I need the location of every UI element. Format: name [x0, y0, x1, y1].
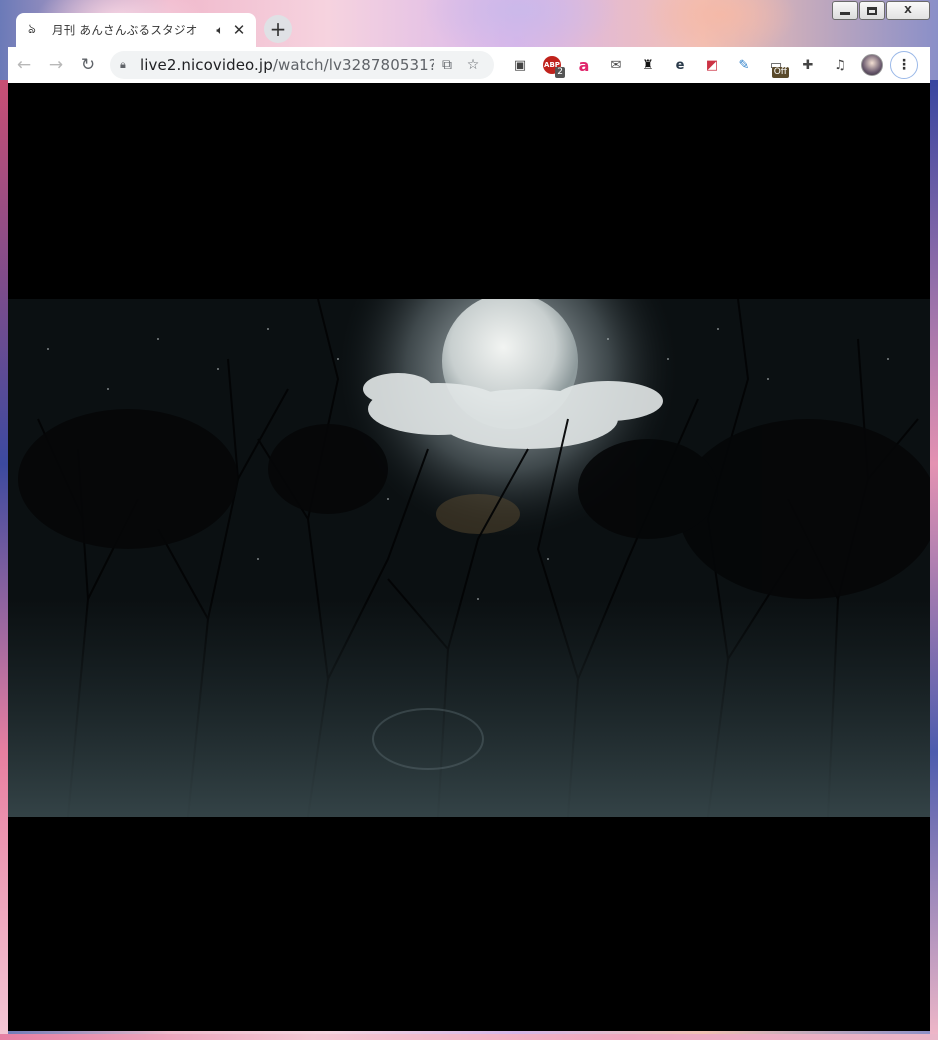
browser-window: X ঌ 月刊 あんさんぶるスタジオ 🔈︎ ✕ + ← → ↻ 🔒︎ live2.… — [6, 0, 932, 1034]
reload-icon: ↻ — [80, 55, 96, 75]
video-scene — [8, 299, 930, 817]
browser-toolbar: ← → ↻ 🔒︎ live2.nicovideo.jp/watch/lv3287… — [8, 47, 930, 83]
ansbl-icon[interactable]: a — [568, 49, 600, 81]
arrow-left-icon: ← — [16, 55, 32, 75]
more-vert-icon: ⋮ — [890, 51, 918, 79]
tab-title: 月刊 あんさんぶるスタジオ — [52, 23, 198, 37]
lock-icon[interactable]: 🔒︎ — [120, 58, 140, 72]
arrow-right-icon: → — [48, 55, 64, 75]
ticket-icon[interactable]: ✉ — [600, 49, 632, 81]
url-text[interactable]: live2.nicovideo.jp/watch/lv328780531?re.… — [140, 56, 434, 74]
toggle-extension-badge: Off — [771, 67, 789, 78]
maximize-icon — [867, 6, 877, 15]
media-queue-icon[interactable]: ♫ — [824, 49, 856, 81]
speaker-icon[interactable]: 🔈︎ — [210, 23, 230, 38]
reload-button[interactable]: ↻ — [72, 49, 104, 81]
background-bottom-edge — [0, 1034, 938, 1040]
back-button[interactable]: ← — [8, 49, 40, 81]
minimize-button[interactable] — [832, 1, 858, 20]
minimize-icon — [840, 11, 850, 15]
url-host: live2.nicovideo.jp — [140, 56, 273, 74]
fog — [8, 599, 930, 817]
address-bar[interactable]: 🔒︎ live2.nicovideo.jp/watch/lv328780531?… — [110, 51, 494, 79]
profile-avatar[interactable] — [856, 49, 888, 81]
browser-tab[interactable]: ঌ 月刊 あんさんぶるスタジオ 🔈︎ ✕ — [16, 13, 256, 47]
chrome-menu-button[interactable]: ⋮ — [888, 49, 920, 81]
toggle-extension-icon[interactable]: ▭ Off — [760, 49, 792, 81]
close-window-button[interactable]: X — [886, 1, 930, 20]
adblock-icon[interactable]: ABP 2 — [536, 49, 568, 81]
feather-icon[interactable]: ✎ — [728, 49, 760, 81]
e-extension-icon[interactable]: e — [664, 49, 696, 81]
adblock-badge: 2 — [555, 67, 565, 78]
tophat-icon[interactable]: ♜ — [632, 49, 664, 81]
star-icon[interactable]: ☆ — [460, 57, 486, 73]
screenshot-icon[interactable]: ◩ — [696, 49, 728, 81]
forward-button[interactable]: → — [40, 49, 72, 81]
maximize-button[interactable] — [859, 1, 885, 20]
extensions-row: ▣ ABP 2 a ✉ ♜ e ◩ ✎ ▭ Off ✚ ♫ ⋮ — [504, 49, 920, 81]
tab-close-icon[interactable]: ✕ — [230, 21, 248, 39]
avatar — [861, 54, 883, 76]
video-player[interactable] — [8, 299, 930, 817]
puzzle-extensions-icon[interactable]: ✚ — [792, 49, 824, 81]
page-content — [8, 83, 930, 1031]
url-path: /watch/lv328780531?re... — [272, 56, 434, 74]
reader-mode-icon[interactable]: ▣ — [504, 49, 536, 81]
moon-reflection — [436, 494, 520, 534]
new-tab-button[interactable]: + — [264, 15, 292, 43]
translate-icon[interactable]: ⧉ — [434, 57, 460, 73]
nico-favicon-icon: ঌ — [28, 21, 36, 37]
window-controls: X — [832, 1, 930, 20]
